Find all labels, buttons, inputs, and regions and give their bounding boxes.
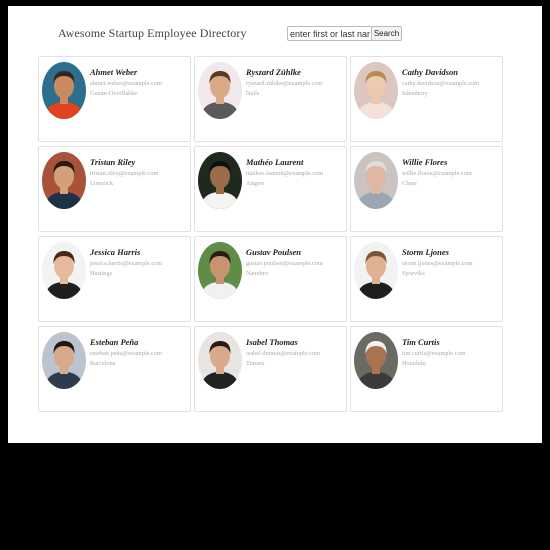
employee-email: tim.curtis@example.com	[402, 350, 466, 357]
profile-photo	[354, 62, 398, 119]
profile-photo	[198, 62, 242, 119]
avatar	[42, 332, 86, 389]
employee-card[interactable]: Mathéo Laurent matheo.laurent@example.com…	[194, 146, 347, 232]
profile-photo	[354, 332, 398, 389]
employee-name: Esteban Peña	[90, 337, 139, 347]
employee-email: tristan.riley@example.com	[90, 170, 159, 177]
search-input[interactable]	[287, 26, 373, 41]
employee-email: willie.flores@example.com	[402, 170, 472, 177]
employee-name: Tim Curtis	[402, 337, 440, 347]
employee-city: Hastings	[90, 270, 113, 277]
avatar	[354, 152, 398, 209]
employee-email: ahmet.weber@example.com	[90, 80, 162, 87]
employee-city: Nails	[246, 90, 260, 97]
employee-card[interactable]: Jessica Harris jessica.harris@example.com…	[38, 236, 191, 322]
profile-photo	[198, 242, 242, 299]
header: Awesome Startup Employee Directory Searc…	[8, 6, 542, 50]
employee-city: Guenn-Overflakke	[90, 90, 138, 97]
profile-photo	[42, 242, 86, 299]
avatar	[198, 152, 242, 209]
employee-name: Storm Ljones	[402, 247, 449, 257]
employee-email: esteban.peña@example.com	[90, 350, 162, 357]
profile-photo	[42, 62, 86, 119]
avatar	[354, 242, 398, 299]
avatar	[42, 152, 86, 209]
employee-info: Storm Ljones storm.ljones@example.com Spor…	[402, 247, 473, 277]
employee-city: Limerick	[90, 180, 114, 187]
profile-photo	[42, 332, 86, 389]
search-button[interactable]: Search	[371, 26, 402, 41]
employee-name: Jessica Harris	[90, 247, 141, 257]
avatar	[354, 332, 398, 389]
employee-name: Ryszard Zühlke	[246, 67, 301, 77]
employee-email: gustav.poulsen@example.com	[246, 260, 323, 267]
employee-card[interactable]: Isabel Thomas isabel.thomas@example.com Ti…	[194, 326, 347, 412]
employee-name: Gustav Poulsen	[246, 247, 302, 257]
employee-name: Mathéo Laurent	[246, 157, 304, 167]
employee-info: Ryszard Zühlke ryszard.zühlke@example.com…	[246, 67, 322, 97]
employee-info: Gustav Poulsen gustav.poulsen@example.com…	[246, 247, 323, 277]
employee-info: Cathy Davidson cathy.davidson@example.com…	[402, 67, 479, 97]
employee-email: isabel.thomas@example.com	[246, 350, 320, 357]
employee-email: cathy.davidson@example.com	[402, 80, 480, 87]
avatar	[42, 62, 86, 119]
employee-card[interactable]: Cathy Davidson cathy.davidson@example.com…	[350, 56, 503, 142]
employee-city: Angers	[246, 180, 265, 187]
employee-card[interactable]: Storm Ljones storm.ljones@example.com Spor…	[350, 236, 503, 322]
employee-name: Isabel Thomas	[246, 337, 298, 347]
employee-name: Willie Flores	[402, 157, 448, 167]
employee-info: Isabel Thomas isabel.thomas@example.com Ti…	[246, 337, 320, 367]
employee-city: Sporvika	[402, 270, 425, 277]
avatar	[42, 242, 86, 299]
profile-photo	[42, 152, 86, 209]
employee-city: Honolulu	[402, 360, 426, 367]
employee-card[interactable]: Ahmet Weber ahmet.weber@example.com Guenn-…	[38, 56, 191, 142]
page: Awesome Startup Employee Directory Searc…	[8, 6, 542, 443]
employee-info: Esteban Peña esteban.peña@example.com Barc…	[90, 337, 162, 367]
employee-name: Cathy Davidson	[402, 67, 458, 77]
employee-city: Barcelona	[90, 360, 116, 367]
employee-card[interactable]: Tim Curtis tim.curtis@example.com Honolulu	[350, 326, 503, 412]
employee-card[interactable]: Esteban Peña esteban.peña@example.com Barc…	[38, 326, 191, 412]
employee-card[interactable]: Ryszard Zühlke ryszard.zühlke@example.com…	[194, 56, 347, 142]
avatar	[198, 62, 242, 119]
employee-card[interactable]: Gustav Poulsen gustav.poulsen@example.com…	[194, 236, 347, 322]
avatar	[354, 62, 398, 119]
employee-city: Timaru	[246, 360, 265, 367]
employee-city: Nærebro	[246, 270, 269, 277]
employee-grid: Ahmet Weber ahmet.weber@example.com Guenn-…	[38, 56, 503, 412]
profile-photo	[354, 152, 398, 209]
employee-info: Tristan Riley tristan.riley@example.com Li…	[90, 157, 158, 187]
employee-email: jessica.harris@example.com	[90, 260, 163, 267]
employee-info: Ahmet Weber ahmet.weber@example.com Guenn-…	[90, 67, 162, 97]
employee-info: Tim Curtis tim.curtis@example.com Honolulu	[402, 337, 466, 367]
employee-name: Tristan Riley	[90, 157, 136, 167]
employee-email: storm.ljones@example.com	[402, 260, 473, 267]
employee-name: Ahmet Weber	[90, 67, 138, 77]
employee-email: matheo.laurent@example.com	[246, 170, 324, 177]
employee-email: ryszard.zühlke@example.com	[246, 80, 323, 87]
avatar	[198, 332, 242, 389]
employee-card[interactable]: Willie Flores willie.flores@example.com Cl…	[350, 146, 503, 232]
employee-card[interactable]: Tristan Riley tristan.riley@example.com Li…	[38, 146, 191, 232]
employee-info: Willie Flores willie.flores@example.com Cl…	[402, 157, 472, 187]
profile-photo	[354, 242, 398, 299]
avatar	[198, 242, 242, 299]
profile-photo	[198, 332, 242, 389]
employee-city: Sdenderry	[402, 90, 428, 97]
employee-city: Clane	[402, 180, 417, 187]
profile-photo	[198, 152, 242, 209]
page-title: Awesome Startup Employee Directory	[58, 26, 247, 40]
employee-info: Jessica Harris jessica.harris@example.com…	[90, 247, 162, 277]
employee-info: Mathéo Laurent matheo.laurent@example.com…	[246, 157, 323, 187]
